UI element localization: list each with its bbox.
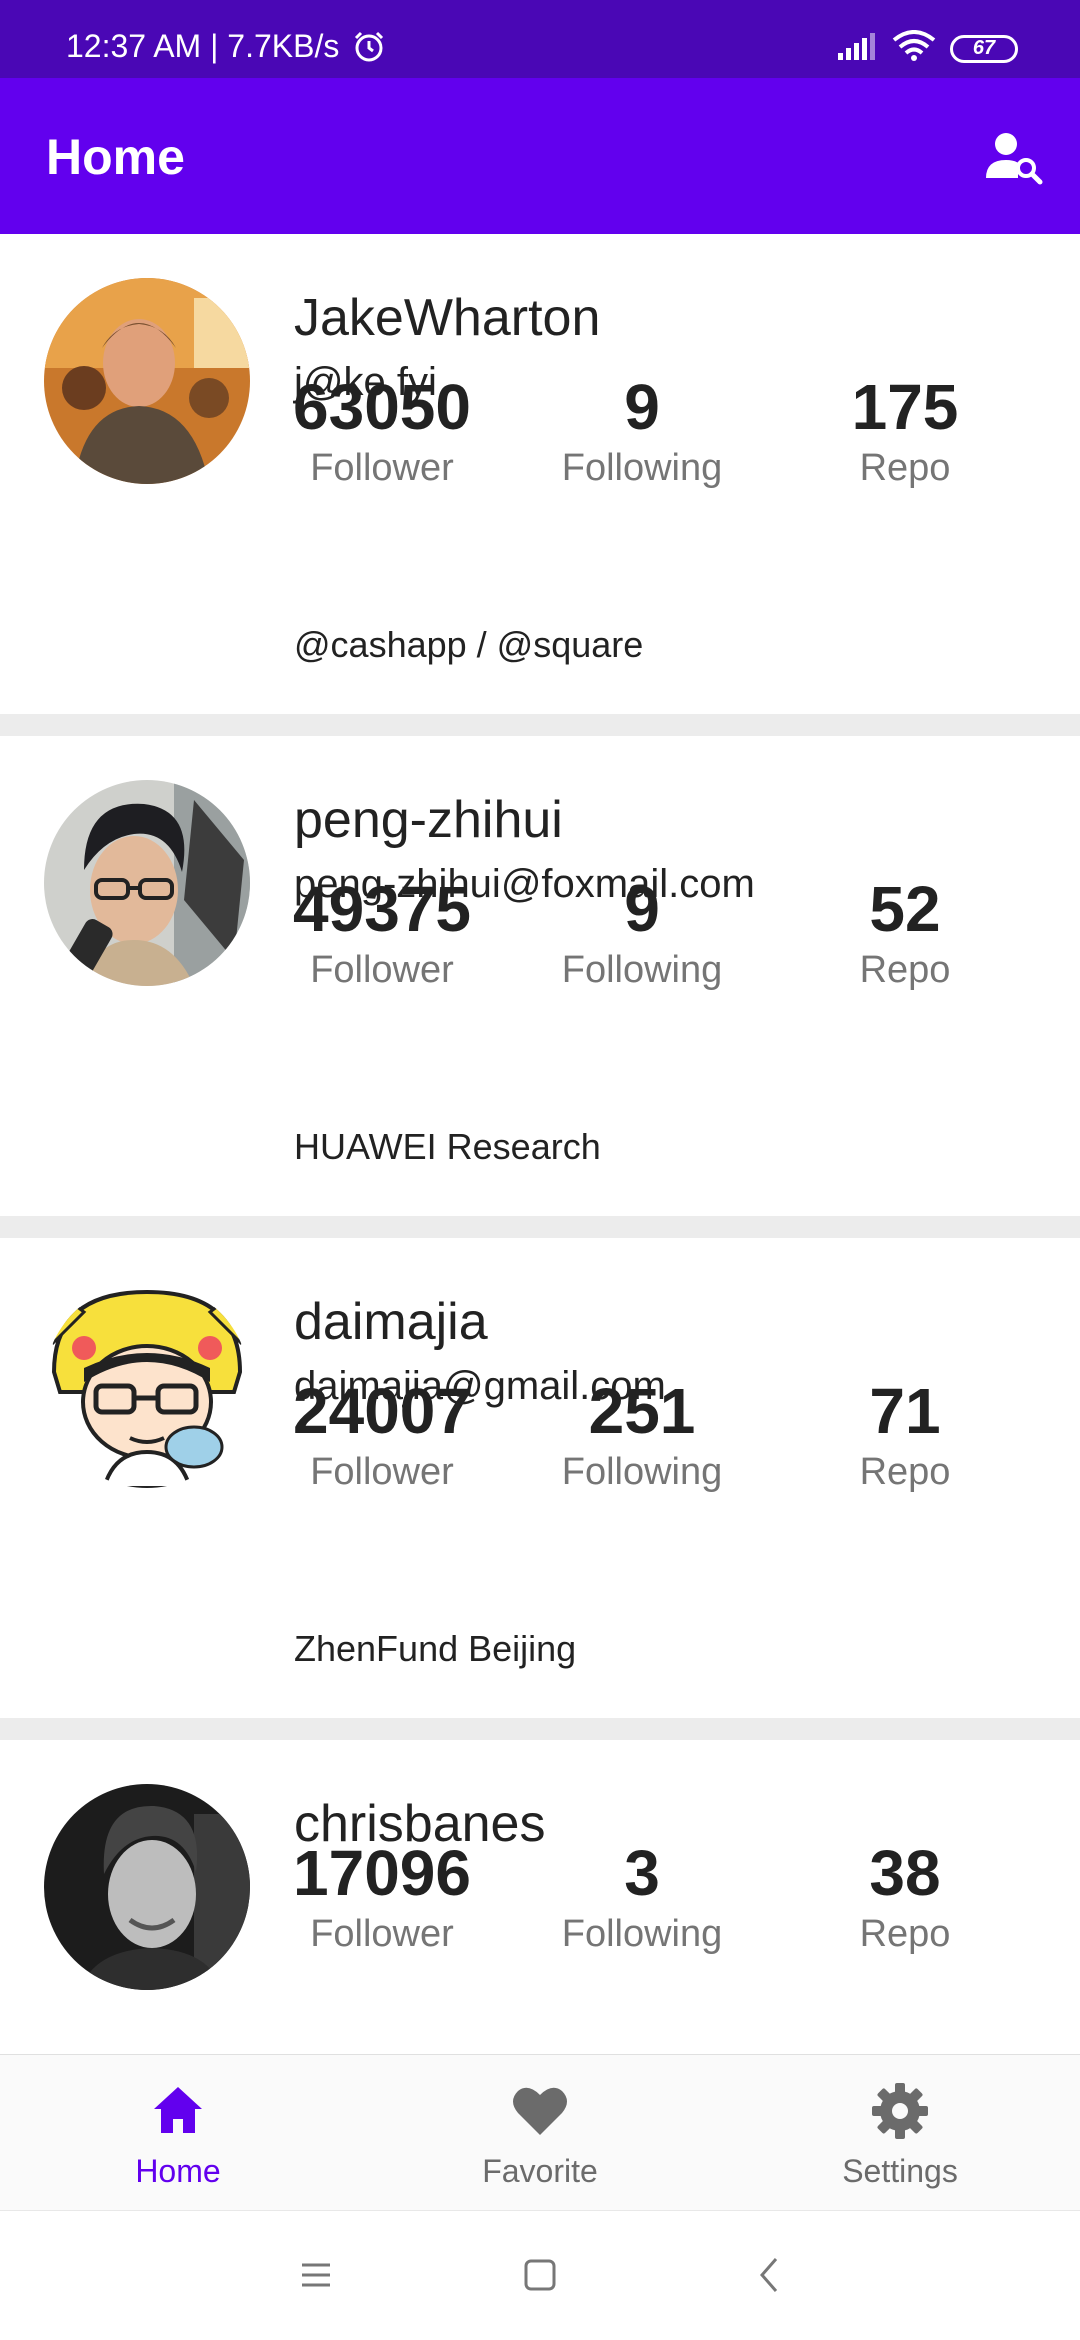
- repos-label: Repo: [859, 447, 951, 489]
- status-time: 12:37 AM | 7.7KB/s: [66, 28, 340, 64]
- back-icon[interactable]: [752, 2255, 788, 2300]
- repos-count: 38: [869, 1837, 941, 1909]
- followers-label: Follower: [310, 1913, 454, 1955]
- user-card[interactable]: peng-zhihui peng-zhihui@foxmail.com 4937…: [0, 736, 1080, 1216]
- followers-count: 24007: [293, 1375, 471, 1447]
- nav-home-label: Home: [135, 2153, 221, 2189]
- wifi-icon: [892, 30, 936, 67]
- repos-count: 71: [869, 1375, 941, 1447]
- menu-icon[interactable]: [298, 2257, 334, 2298]
- gear-icon: [870, 2081, 930, 2141]
- repos-label: Repo: [859, 1451, 951, 1493]
- followers-count: 63050: [293, 371, 471, 443]
- following-count: 9: [624, 873, 660, 945]
- app-bar: Home: [0, 78, 1080, 234]
- following-count: 3: [624, 1837, 660, 1909]
- status-right: 67: [836, 30, 1018, 67]
- user-card[interactable]: chrisbanes 17096 Follower 3 Following 38…: [0, 1740, 1080, 2054]
- user-company: HUAWEI Research: [294, 1126, 601, 1167]
- repos-stat: 52 Repo: [775, 872, 1035, 994]
- following-label: Following: [561, 1913, 723, 1955]
- repos-count: 175: [851, 371, 959, 443]
- followers-count: 49375: [293, 873, 471, 945]
- avatar: [44, 1784, 250, 1990]
- user-name: peng-zhihui: [294, 791, 563, 849]
- user-list[interactable]: JakeWharton j@ke.fyi 63050 Follower 9 Fo…: [0, 234, 1080, 2054]
- following-stat: 3 Following: [512, 1836, 772, 1958]
- followers-label: Follower: [310, 949, 454, 991]
- nav-settings-label: Settings: [842, 2153, 958, 2189]
- heart-icon: [510, 2081, 570, 2141]
- repos-count: 52: [869, 873, 941, 945]
- page-title: Home: [46, 129, 185, 185]
- following-label: Following: [561, 1451, 723, 1493]
- battery-icon: 67: [950, 34, 1018, 63]
- nav-favorite-label: Favorite: [482, 2153, 598, 2189]
- user-company: ZhenFund Beijing: [294, 1628, 577, 1669]
- home-square-icon[interactable]: [522, 2257, 558, 2298]
- avatar: [44, 278, 250, 484]
- user-name: JakeWharton: [294, 289, 601, 347]
- repos-stat: 38 Repo: [775, 1836, 1035, 1958]
- user-card[interactable]: daimajia daimajia@gmail.com 24007 Follow…: [0, 1238, 1080, 1718]
- user-name: daimajia: [294, 1293, 488, 1351]
- following-label: Following: [561, 447, 723, 489]
- repos-stat: 71 Repo: [775, 1374, 1035, 1496]
- signal-icon: [836, 31, 878, 66]
- followers-stat: 63050 Follower: [252, 370, 512, 492]
- repos-stat: 175 Repo: [775, 370, 1035, 492]
- followers-stat: 49375 Follower: [252, 872, 512, 994]
- user-card[interactable]: JakeWharton j@ke.fyi 63050 Follower 9 Fo…: [0, 234, 1080, 714]
- alarm-icon: [352, 30, 386, 69]
- following-stat: 9 Following: [512, 370, 772, 492]
- nav-settings[interactable]: Settings: [750, 2055, 1050, 2211]
- home-icon: [148, 2081, 208, 2141]
- followers-stat: 24007 Follower: [252, 1374, 512, 1496]
- system-navigation-bar: [0, 2210, 1080, 2340]
- followers-count: 17096: [293, 1837, 471, 1909]
- person-search-icon[interactable]: [984, 130, 1044, 186]
- following-count: 9: [624, 371, 660, 443]
- following-count: 251: [588, 1375, 696, 1447]
- following-label: Following: [561, 949, 723, 991]
- nav-home[interactable]: Home: [28, 2055, 328, 2211]
- nav-favorite[interactable]: Favorite: [390, 2055, 690, 2211]
- repos-label: Repo: [859, 949, 951, 991]
- followers-label: Follower: [310, 447, 454, 489]
- followers-stat: 17096 Follower: [252, 1836, 512, 1958]
- avatar: [44, 1282, 250, 1488]
- followers-label: Follower: [310, 1451, 454, 1493]
- avatar: [44, 780, 250, 986]
- bottom-navigation: Home Favorite Settings: [0, 2054, 1080, 2210]
- repos-label: Repo: [859, 1913, 951, 1955]
- following-stat: 251 Following: [512, 1374, 772, 1496]
- following-stat: 9 Following: [512, 872, 772, 994]
- status-bar: 12:37 AM | 7.7KB/s 67: [0, 0, 1080, 78]
- user-company: @cashapp / @square: [294, 624, 644, 665]
